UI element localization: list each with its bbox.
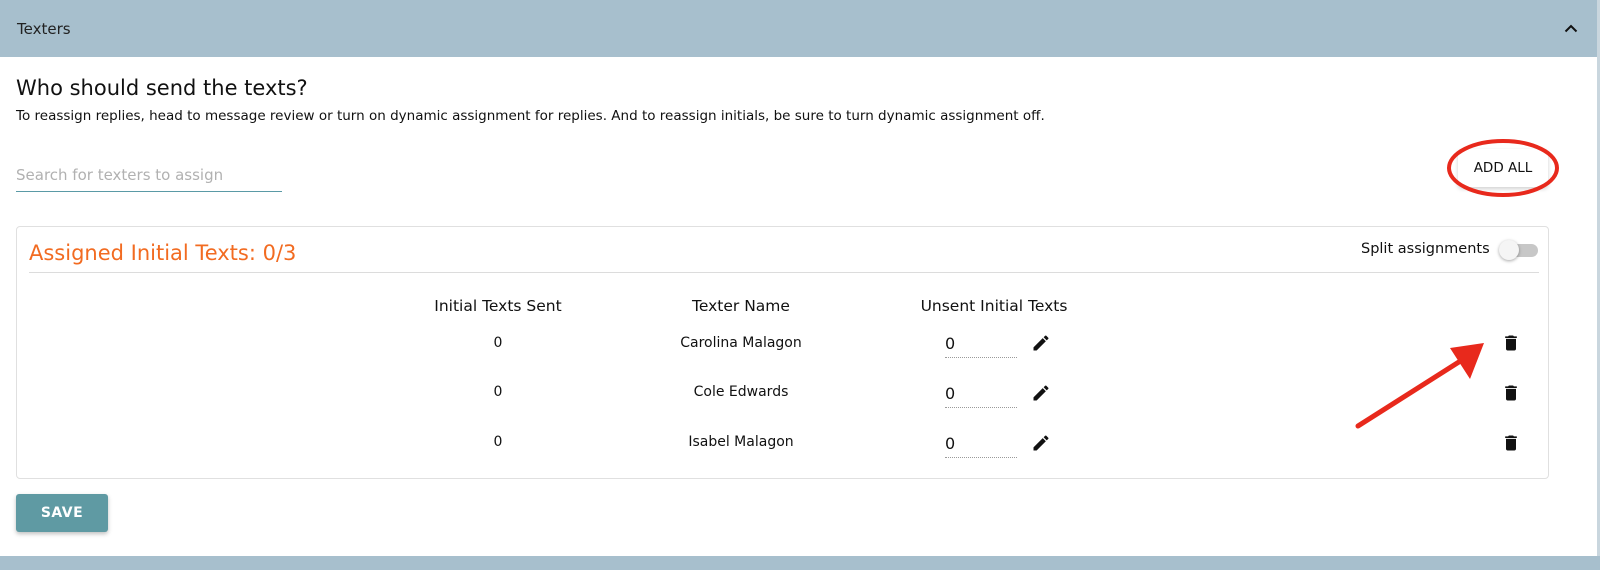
row-1-texter-name: Carolina Malagon <box>680 335 802 351</box>
next-section-edge <box>0 556 1600 570</box>
instructions-text: To reassign replies, head to message rev… <box>16 108 1045 124</box>
assignments-card: Assigned Initial Texts: 0/3 Split assign… <box>16 226 1549 479</box>
pencil-icon[interactable] <box>1030 332 1052 354</box>
split-assignments-toggle[interactable] <box>1499 240 1539 260</box>
page-heading: Who should send the texts? <box>16 76 308 100</box>
texter-search[interactable] <box>16 160 282 192</box>
add-all-button[interactable]: ADD ALL <box>1458 149 1548 187</box>
chevron-up-icon[interactable] <box>1564 22 1578 36</box>
trash-icon[interactable] <box>1500 382 1522 404</box>
pencil-icon[interactable] <box>1030 432 1052 454</box>
pencil-icon[interactable] <box>1030 382 1052 404</box>
section-header[interactable]: Texters <box>0 0 1600 57</box>
column-header-unsent: Unsent Initial Texts <box>920 297 1068 315</box>
column-header-name: Texter Name <box>692 297 790 315</box>
save-button[interactable]: SAVE <box>16 494 108 532</box>
divider <box>29 272 1539 273</box>
search-input[interactable] <box>16 160 282 190</box>
split-assignments-label: Split assignments <box>1361 241 1490 257</box>
row-2-texter-name: Cole Edwards <box>693 384 789 400</box>
toggle-knob <box>1499 240 1519 260</box>
column-header-sent: Initial Texts Sent <box>434 297 562 315</box>
row-3-sent: 0 <box>493 434 503 450</box>
row-1-unsent-input[interactable] <box>945 330 1017 358</box>
row-1-sent: 0 <box>493 335 503 351</box>
row-2-unsent-input[interactable] <box>945 380 1017 408</box>
trash-icon[interactable] <box>1500 332 1522 354</box>
row-3-texter-name: Isabel Malagon <box>688 434 794 450</box>
assigned-count-title: Assigned Initial Texts: 0/3 <box>29 241 297 265</box>
trash-icon[interactable] <box>1500 432 1522 454</box>
row-3-unsent-input[interactable] <box>945 430 1017 458</box>
row-2-sent: 0 <box>493 384 503 400</box>
section-title: Texters <box>17 19 71 38</box>
